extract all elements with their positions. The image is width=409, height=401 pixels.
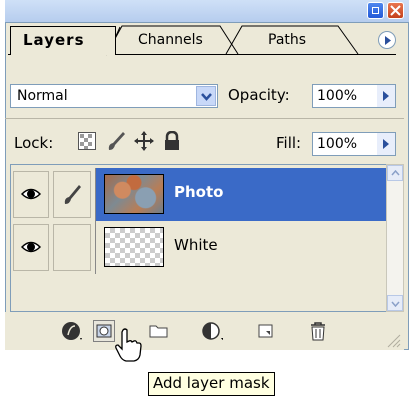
layer-style-icon[interactable] [61, 320, 83, 342]
tab-channels[interactable]: Channels [126, 27, 215, 53]
close-icon [390, 5, 401, 16]
layers-scrollbar[interactable] [386, 164, 404, 312]
tab-paths[interactable]: Paths [256, 27, 318, 53]
blend-mode-select[interactable]: Normal [10, 84, 218, 108]
new-layer-icon[interactable] [255, 320, 277, 342]
lock-label: Lock: [14, 134, 54, 152]
scroll-up-button[interactable] [387, 165, 403, 181]
palette-menu-button[interactable] [378, 31, 396, 49]
tooltip: Add layer mask [148, 372, 275, 396]
layer-name: White [174, 236, 218, 254]
blend-mode-value: Normal [17, 88, 68, 104]
lock-position-move-icon[interactable] [134, 131, 154, 151]
resize-grip-icon[interactable] [385, 332, 401, 348]
scroll-down-button[interactable] [387, 295, 403, 311]
layer-name-cell[interactable]: Photo [95, 168, 386, 221]
minimize-button[interactable] [367, 2, 384, 19]
layer-row-photo[interactable]: Photo [11, 168, 386, 221]
triangle-right-icon [383, 139, 389, 149]
layer-row-white[interactable]: White [11, 221, 386, 274]
visibility-toggle[interactable] [13, 224, 49, 271]
triangle-right-icon [385, 36, 391, 45]
opacity-value: 100% [317, 88, 358, 104]
layers-bottom-toolbar [5, 312, 404, 350]
tab-layers[interactable]: Layers [10, 26, 116, 55]
opacity-slider-button[interactable] [377, 85, 395, 107]
lock-transparency-icon[interactable] [78, 132, 96, 150]
lock-image-brush-icon[interactable] [106, 130, 126, 152]
fill-value: 100% [317, 136, 358, 152]
new-group-icon[interactable] [148, 320, 170, 342]
layer-name: Photo [174, 183, 224, 201]
visibility-toggle[interactable] [13, 171, 49, 218]
brush-icon [64, 185, 81, 204]
eye-icon [21, 188, 41, 200]
chevron-up-icon [391, 170, 400, 176]
fill-field[interactable]: 100% [312, 132, 396, 156]
opacity-label: Opacity: [228, 86, 290, 104]
adjustment-layer-icon[interactable] [201, 320, 223, 342]
eye-icon [21, 241, 41, 253]
triangle-right-icon [383, 91, 389, 101]
lock-all-padlock-icon[interactable] [164, 131, 180, 151]
chevron-down-icon [391, 301, 400, 307]
fill-slider-button[interactable] [377, 133, 395, 155]
layer-thumbnail [104, 174, 164, 214]
divider [5, 118, 404, 119]
chevron-down-icon[interactable] [196, 86, 216, 106]
link-brush-cell[interactable] [53, 171, 91, 218]
close-button[interactable] [387, 2, 404, 19]
layer-name-cell[interactable]: White [95, 221, 386, 274]
link-brush-cell[interactable] [53, 224, 91, 271]
opacity-field[interactable]: 100% [312, 84, 396, 108]
add-layer-mask-icon [96, 324, 112, 338]
add-layer-mask-button[interactable] [93, 320, 115, 342]
hand-pointer-cursor-icon [115, 328, 142, 362]
palette-titlebar[interactable] [5, 0, 409, 23]
palette-tabs: Layers Channels Paths [8, 24, 398, 56]
layer-thumbnail [104, 227, 164, 267]
delete-layer-icon[interactable] [307, 320, 329, 342]
fill-label: Fill: [276, 134, 302, 152]
layers-list: Photo White [10, 164, 386, 312]
